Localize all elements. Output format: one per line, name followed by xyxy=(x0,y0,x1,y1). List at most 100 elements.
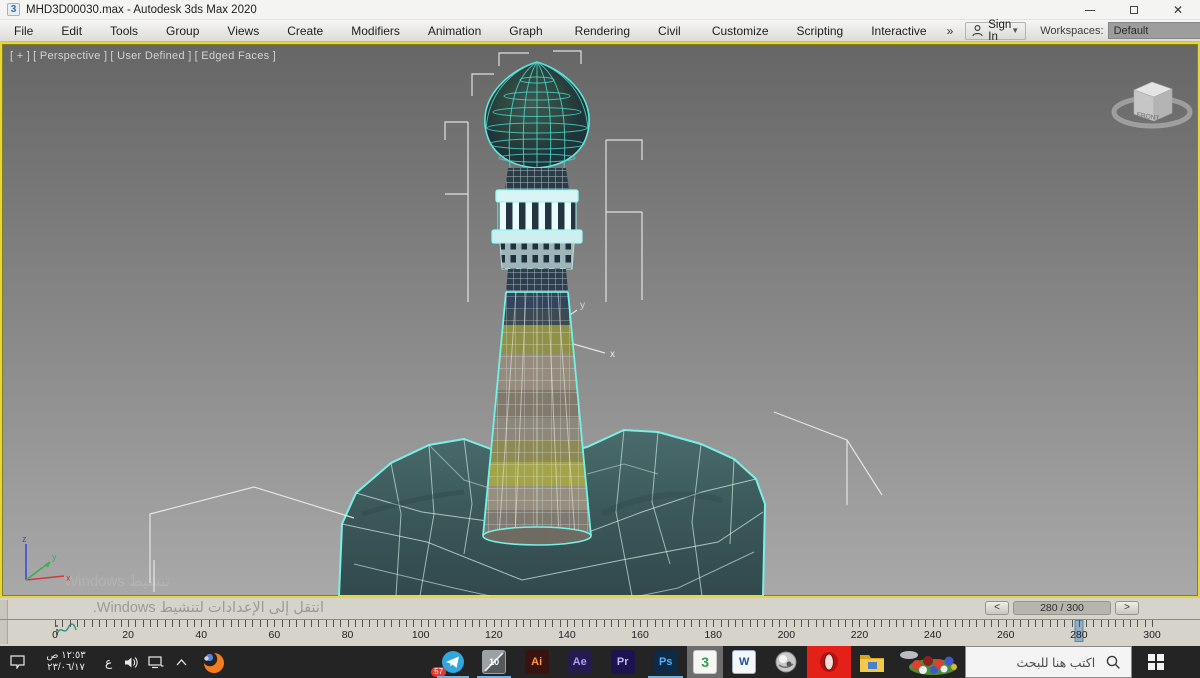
activation-watermark-faint: تنشيط Windows xyxy=(64,573,170,590)
taskbar-firefox[interactable] xyxy=(193,646,233,678)
menu-item-tools[interactable]: Tools xyxy=(96,20,152,42)
taskbar-opera[interactable] xyxy=(807,646,852,678)
search-icon xyxy=(1106,655,1121,669)
taskbar-telegram[interactable]: 57 xyxy=(431,646,473,678)
taskbar-premiere[interactable]: Pr xyxy=(601,646,644,678)
timeline-frame-label: 220 xyxy=(850,629,869,641)
network-button[interactable] xyxy=(143,646,169,678)
taskbar-app-10[interactable]: 10 xyxy=(473,646,515,678)
taskbar-illustrator[interactable]: Ai xyxy=(515,646,558,678)
globe-app-icon xyxy=(775,651,797,673)
timeline-frame-label: 200 xyxy=(777,629,796,641)
menu-item-views[interactable]: Views xyxy=(213,20,273,42)
illustrator-label: Ai xyxy=(531,656,543,668)
taskbar-globe-app[interactable] xyxy=(765,646,807,678)
photoshop-icon: Ps xyxy=(653,650,678,674)
tray-clock[interactable]: ١٢:٥٣ ص ٢٣/٠٦/١٧ xyxy=(40,650,92,675)
menu-item-interactive[interactable]: Interactive xyxy=(857,20,940,42)
menu-item-customize[interactable]: Customize xyxy=(698,20,783,42)
timeline-frame-label: 80 xyxy=(341,629,354,641)
action-center-icon xyxy=(9,655,25,669)
menu-item-modifiers[interactable]: Modifiers xyxy=(337,20,414,42)
language-indicator[interactable]: ع xyxy=(105,655,112,669)
menu-item-animation[interactable]: Animation xyxy=(414,20,495,42)
menu-item-group[interactable]: Group xyxy=(152,20,213,42)
timeline-ruler[interactable]: 0 20 40 60 80 100 120 140 160 180 200 220 240 260 280 3… xyxy=(0,619,1200,646)
taskbar-after-effects[interactable]: Ae xyxy=(558,646,601,678)
taskbar-search-box[interactable]: اكتب هنا للبحث xyxy=(965,646,1133,678)
tray-expand-button[interactable] xyxy=(169,646,193,678)
taskbar-file-explorer[interactable] xyxy=(851,646,893,678)
timeline-frame-label: 40 xyxy=(195,629,208,641)
taskbar-photoshop[interactable]: Ps xyxy=(644,646,687,678)
windows-logo-icon xyxy=(1148,654,1164,670)
opera-icon xyxy=(820,652,839,672)
frame-navigation: < 280 / 300 > xyxy=(985,600,1139,616)
menu-item-create[interactable]: Create xyxy=(273,20,337,42)
taskbar-word[interactable]: W xyxy=(723,646,765,678)
taskbar-photos-app[interactable] xyxy=(893,646,965,678)
timeline-frame-label: 180 xyxy=(704,629,722,641)
menu-item-rendering[interactable]: Rendering xyxy=(561,20,644,42)
close-button[interactable]: ✕ xyxy=(1156,0,1200,20)
search-placeholder: اكتب هنا للبحث xyxy=(1016,655,1096,670)
previous-frame-button[interactable]: < xyxy=(985,601,1009,615)
sign-in-label: Sign In xyxy=(988,18,1012,43)
workspace-select[interactable]: Default ▼ xyxy=(1107,22,1200,39)
clock-time: ١٢:٥٣ ص xyxy=(46,649,86,661)
frame-indicator[interactable]: 280 / 300 xyxy=(1013,601,1111,615)
after-effects-label: Ae xyxy=(572,656,587,668)
timeline-frame-label: 280 xyxy=(1070,629,1088,641)
menu-overflow-chevron[interactable]: » xyxy=(941,24,960,38)
title-bar: 3 MHD3D00030.max - Autodesk 3ds Max 2020… xyxy=(0,0,1200,20)
workspaces-label: Workspaces: xyxy=(1040,24,1104,37)
workspaces-control: Workspaces: Default ▼ xyxy=(1040,22,1200,39)
menu-item-edit[interactable]: Edit xyxy=(47,20,96,42)
timeline-frame-label: 240 xyxy=(923,629,942,641)
object-axis-y-label: y xyxy=(580,300,585,311)
sign-in-button[interactable]: Sign In ▼ xyxy=(965,18,1027,43)
menu-items: File Edit Tools Group Views Create Modifiers An… xyxy=(0,20,941,60)
volume-button[interactable] xyxy=(119,646,143,678)
timeline-frame-label: 160 xyxy=(631,629,649,641)
axis-z-label: z xyxy=(22,534,27,544)
start-button[interactable] xyxy=(1132,646,1180,678)
minaret-tower xyxy=(482,61,592,546)
action-center-button[interactable] xyxy=(0,646,34,678)
timeline-frame-label: 0 xyxy=(52,629,58,641)
viewcube[interactable]: FRONT xyxy=(1106,54,1198,146)
activation-watermark: انتقل إلى الإعدادات لتنشيط Windows. xyxy=(92,600,324,616)
premiere-icon: Pr xyxy=(610,650,635,674)
system-tray: ١٢:٥٣ ص ٢٣/٠٦/١٧ ع xyxy=(0,646,233,678)
axis-y-label: y xyxy=(52,552,57,562)
taskbar: ١٢:٥٣ ص ٢٣/٠٦/١٧ ع 57 10 Ai Ae Pr Ps 3 W… xyxy=(0,646,1200,678)
menu-item-civil-view[interactable]: Civil View xyxy=(644,20,698,60)
timeline-frame-label: 60 xyxy=(268,629,281,641)
timeline-frame-label: 20 xyxy=(122,629,134,641)
after-effects-icon: Ae xyxy=(567,650,592,674)
photoshop-label: Ps xyxy=(658,656,673,668)
object-axis-x-label: x xyxy=(610,349,615,360)
viewcube-cube[interactable]: FRONT xyxy=(1133,81,1173,122)
menu-bar: File Edit Tools Group Views Create Modifiers An… xyxy=(0,18,1200,60)
menu-item-scripting[interactable]: Scripting xyxy=(783,20,858,42)
flowers-icon xyxy=(900,651,958,675)
perspective-viewport[interactable]: [ + ][ Perspective ][ User Defined ][ Ed… xyxy=(0,42,1200,598)
next-frame-button[interactable]: > xyxy=(1115,601,1139,615)
speaker-icon xyxy=(124,656,138,668)
restore-button[interactable] xyxy=(1112,0,1156,20)
timeline-frame-label: 120 xyxy=(485,629,503,641)
word-label: W xyxy=(738,656,750,668)
menu-item-file[interactable]: File xyxy=(0,20,47,42)
timeline-frame-label: 260 xyxy=(996,629,1015,641)
chevron-up-icon xyxy=(176,658,187,665)
timeline-frame-label: 140 xyxy=(558,629,576,641)
3ds-max-app-icon: 3 xyxy=(7,3,20,16)
app-10-label: 10 xyxy=(489,657,500,667)
sign-in-dropdown-arrow: ▼ xyxy=(1011,26,1020,35)
minimize-button[interactable] xyxy=(1068,0,1112,20)
menu-item-graph-editors[interactable]: Graph Editors xyxy=(495,20,560,60)
taskbar-3ds-max-active[interactable]: 3 xyxy=(687,646,724,678)
illustrator-icon: Ai xyxy=(524,650,549,674)
network-display-icon xyxy=(148,655,164,668)
